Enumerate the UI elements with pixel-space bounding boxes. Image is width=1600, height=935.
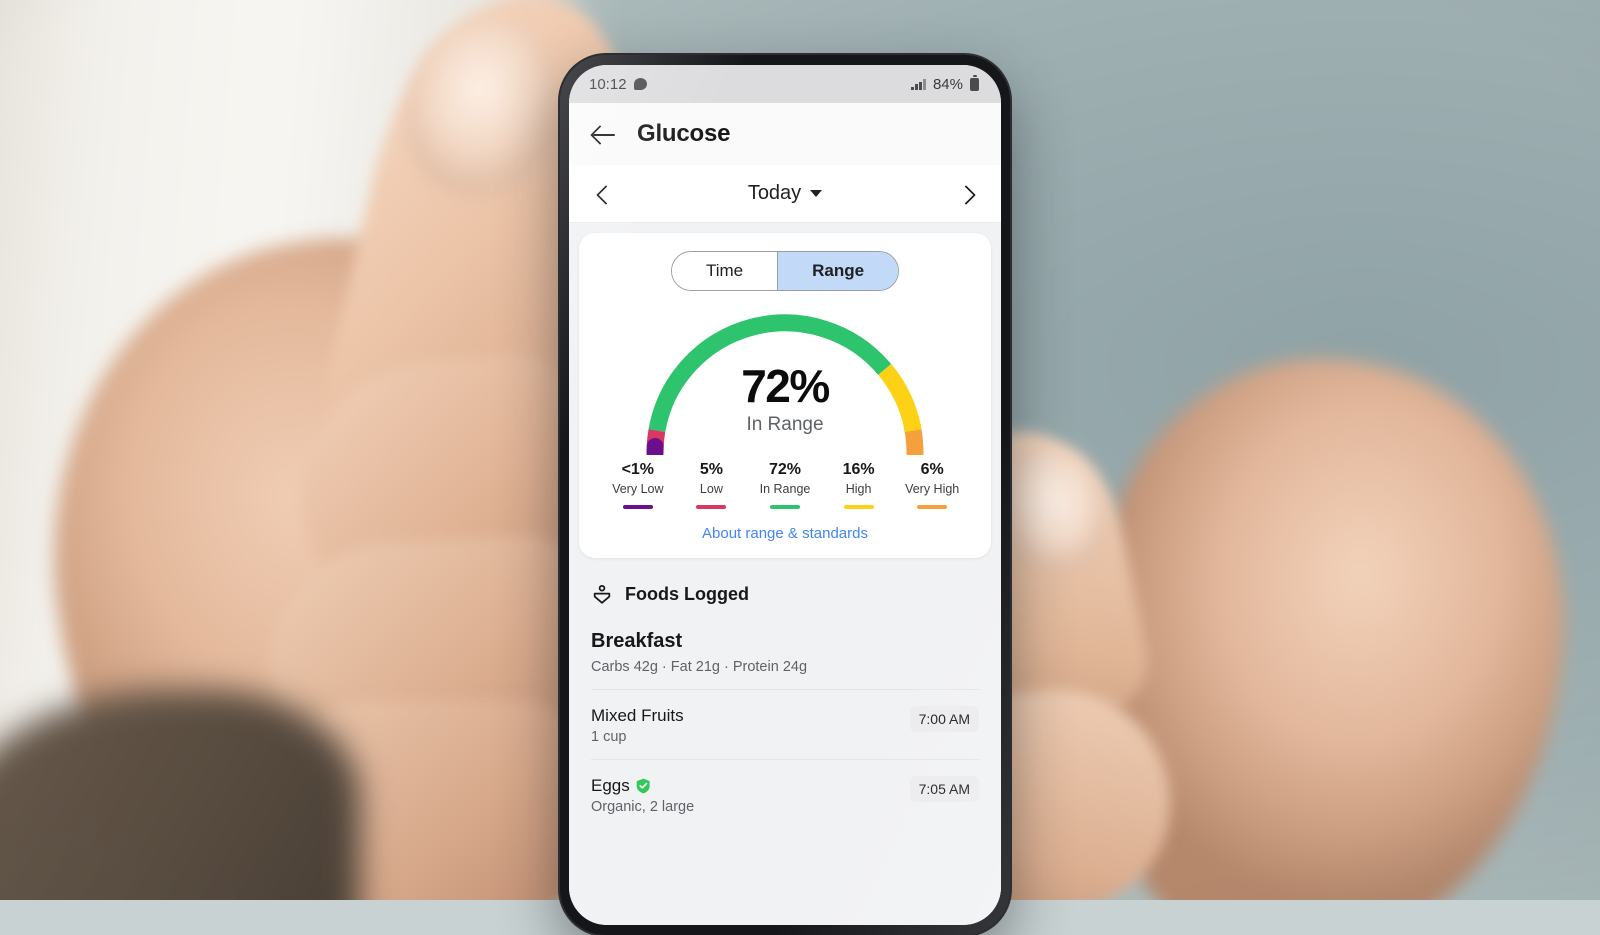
- food-item-label: Mixed Fruits: [591, 706, 684, 726]
- legend-color-bar: [917, 505, 947, 509]
- legend-item-very-low: <1% Very Low: [601, 461, 675, 509]
- legend-value: 72%: [769, 461, 801, 479]
- date-label: Today: [748, 182, 801, 205]
- food-item-portion: 1 cup: [591, 729, 684, 745]
- gauge-caption: In Range: [595, 414, 975, 436]
- food-item-row[interactable]: Eggs Organic, 2 large 7:05 AM: [591, 760, 979, 815]
- legend-color-bar: [696, 505, 726, 509]
- legend-item-high: 16% High: [822, 461, 896, 509]
- gauge-center-readout: 72% In Range: [595, 363, 975, 436]
- battery-percent: 84%: [933, 76, 963, 93]
- glucose-range-card: Time Range: [579, 233, 991, 558]
- legend-color-bar: [844, 505, 874, 509]
- legend-item-very-high: 6% Very High: [895, 461, 969, 509]
- status-time: 10:12: [589, 76, 627, 93]
- tab-range[interactable]: Range: [778, 252, 898, 290]
- legend-value: 6%: [921, 461, 944, 479]
- status-bar-left: 10:12: [589, 76, 647, 93]
- gauge-percent: 72%: [595, 363, 975, 409]
- battery-icon: [970, 78, 979, 91]
- food-item-row[interactable]: Mixed Fruits 1 cup 7:00 AM: [591, 690, 979, 745]
- legend-color-bar: [623, 505, 653, 509]
- foods-logged-title: Foods Logged: [625, 584, 749, 605]
- tab-time[interactable]: Time: [672, 252, 778, 290]
- legend-value: 5%: [700, 461, 723, 479]
- status-bar: 10:12 84%: [569, 65, 1001, 103]
- phone-device: 10:12 84% Glucose Today Time Range: [560, 55, 1010, 935]
- legend-value: 16%: [843, 461, 875, 479]
- meal-name: Breakfast: [591, 630, 979, 653]
- page-title: Glucose: [637, 120, 730, 148]
- back-arrow-icon[interactable]: [591, 121, 617, 147]
- range-legend: <1% Very Low 5% Low 72% In Range 16% Hig…: [595, 455, 975, 509]
- time-in-range-gauge: 72% In Range: [595, 305, 975, 455]
- about-range-link[interactable]: About range & standards: [595, 525, 975, 542]
- content-scroll-area[interactable]: Time Range: [569, 223, 1001, 925]
- foods-logged-icon: [591, 584, 613, 606]
- food-item-time: 7:00 AM: [910, 706, 979, 732]
- food-item-label: Eggs: [591, 776, 630, 796]
- date-navigation: Today: [569, 165, 1001, 223]
- chevron-right-icon[interactable]: [957, 184, 977, 204]
- meal-macros: Carbs 42g · Fat 21g · Protein 24g: [591, 659, 979, 675]
- date-selector[interactable]: Today: [748, 182, 822, 205]
- food-item-name: Mixed Fruits: [591, 706, 684, 726]
- foods-logged-section: Foods Logged Breakfast Carbs 42g · Fat 2…: [569, 558, 1001, 815]
- food-item-time: 7:05 AM: [910, 776, 979, 802]
- chevron-left-icon[interactable]: [593, 184, 613, 204]
- status-bar-right: 84%: [911, 76, 979, 93]
- chevron-down-icon: [810, 190, 822, 197]
- legend-item-low: 5% Low: [675, 461, 749, 509]
- phone-screen: 10:12 84% Glucose Today Time Range: [569, 65, 1001, 925]
- signal-bars-icon: [911, 79, 926, 90]
- legend-label: High: [846, 482, 872, 496]
- food-item-name: Eggs: [591, 776, 694, 796]
- app-bar: Glucose: [569, 103, 1001, 165]
- legend-color-bar: [770, 505, 800, 509]
- view-mode-segmented-control: Time Range: [595, 251, 975, 291]
- chat-bubble-icon: [634, 78, 647, 90]
- food-item-portion: Organic, 2 large: [591, 799, 694, 815]
- legend-label: Low: [700, 482, 723, 496]
- legend-item-in-range: 72% In Range: [748, 461, 822, 509]
- food-item-info: Mixed Fruits 1 cup: [591, 706, 684, 745]
- verified-badge-icon: [636, 778, 651, 794]
- legend-label: In Range: [760, 482, 811, 496]
- legend-value: <1%: [622, 461, 654, 479]
- foods-logged-header: Foods Logged: [591, 584, 979, 606]
- food-item-info: Eggs Organic, 2 large: [591, 776, 694, 815]
- legend-label: Very High: [905, 482, 959, 496]
- legend-label: Very Low: [612, 482, 663, 496]
